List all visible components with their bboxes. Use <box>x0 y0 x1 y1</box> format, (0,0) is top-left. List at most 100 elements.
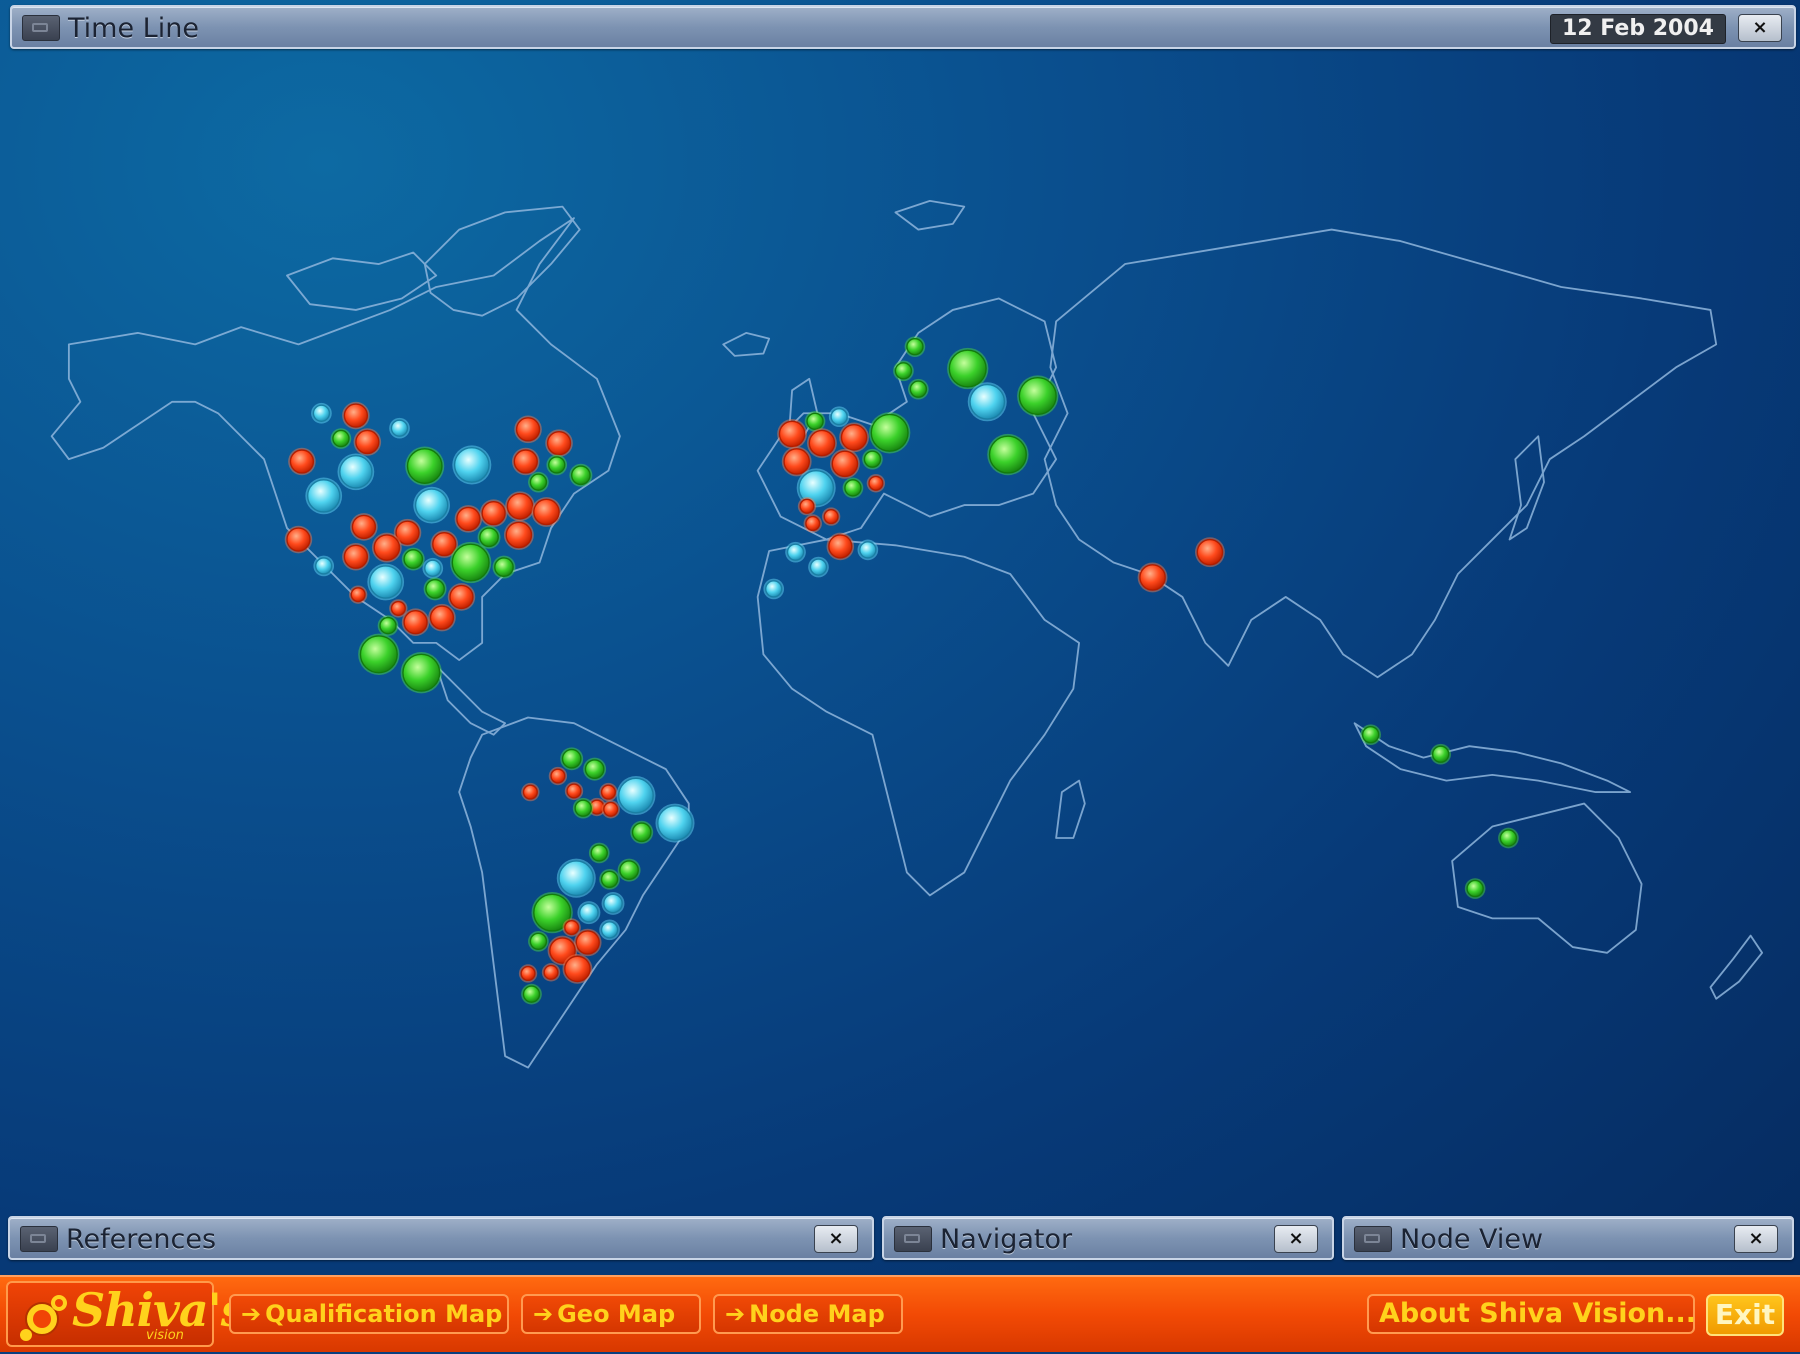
red-node-marker[interactable] <box>432 531 457 557</box>
red-node-marker[interactable] <box>373 534 401 561</box>
green-node-marker[interactable] <box>561 748 582 769</box>
node-map-button[interactable]: ➔ Node Map <box>713 1294 903 1334</box>
green-node-marker[interactable] <box>619 860 639 881</box>
red-node-marker[interactable] <box>808 429 836 457</box>
red-node-marker[interactable] <box>805 515 821 532</box>
red-node-marker[interactable] <box>506 492 534 520</box>
red-node-marker[interactable] <box>456 506 481 532</box>
cyan-node-marker[interactable] <box>765 580 783 598</box>
green-node-marker[interactable] <box>402 653 441 692</box>
green-node-marker[interactable] <box>590 844 608 862</box>
cyan-node-marker[interactable] <box>390 419 409 437</box>
red-node-marker[interactable] <box>550 768 566 784</box>
green-node-marker[interactable] <box>494 557 514 577</box>
green-node-marker[interactable] <box>1466 879 1484 898</box>
cyan-node-marker[interactable] <box>414 488 449 522</box>
green-node-marker[interactable] <box>359 635 398 674</box>
green-node-marker[interactable] <box>1361 725 1380 744</box>
green-node-marker[interactable] <box>806 412 824 431</box>
red-node-marker[interactable] <box>513 449 538 474</box>
green-node-marker[interactable] <box>451 543 490 582</box>
green-node-marker[interactable] <box>379 616 397 635</box>
green-node-marker[interactable] <box>529 473 548 491</box>
red-node-marker[interactable] <box>533 498 560 526</box>
green-node-marker[interactable] <box>631 822 652 843</box>
red-node-marker[interactable] <box>505 521 533 549</box>
red-node-marker[interactable] <box>449 584 474 610</box>
red-node-marker[interactable] <box>603 801 619 817</box>
red-node-marker[interactable] <box>286 527 311 552</box>
green-node-marker[interactable] <box>948 349 987 388</box>
red-node-marker[interactable] <box>840 424 868 451</box>
red-node-marker[interactable] <box>1196 538 1224 566</box>
green-node-marker[interactable] <box>870 413 909 452</box>
red-node-marker[interactable] <box>520 965 536 982</box>
red-node-marker[interactable] <box>868 475 884 491</box>
cyan-node-marker[interactable] <box>657 805 693 841</box>
about-button[interactable]: About Shiva Vision... <box>1367 1294 1696 1334</box>
cyan-node-marker[interactable] <box>809 558 828 576</box>
timeline-close-button[interactable]: × <box>1738 14 1782 42</box>
green-node-marker[interactable] <box>988 435 1027 474</box>
cyan-node-marker[interactable] <box>786 543 805 561</box>
geo-map-button[interactable]: ➔ Geo Map <box>521 1294 701 1334</box>
red-node-marker[interactable] <box>778 420 806 448</box>
red-node-marker[interactable] <box>546 430 572 456</box>
red-node-marker[interactable] <box>600 784 616 800</box>
red-node-marker[interactable] <box>343 544 369 569</box>
world-map[interactable] <box>0 0 1800 1350</box>
window-icon[interactable] <box>1354 1226 1392 1252</box>
cyan-node-marker[interactable] <box>368 565 403 599</box>
red-node-marker[interactable] <box>522 784 538 800</box>
red-node-marker[interactable] <box>1139 564 1166 591</box>
cyan-node-marker[interactable] <box>312 404 331 422</box>
red-node-marker[interactable] <box>828 534 853 559</box>
green-node-marker[interactable] <box>403 549 424 569</box>
green-node-marker[interactable] <box>584 759 605 780</box>
cyan-node-marker[interactable] <box>315 557 333 575</box>
green-node-marker[interactable] <box>570 465 591 486</box>
red-node-marker[interactable] <box>351 514 377 540</box>
navigator-close-button[interactable]: × <box>1274 1225 1318 1253</box>
red-node-marker[interactable] <box>823 509 839 525</box>
red-node-marker[interactable] <box>564 919 580 936</box>
green-node-marker[interactable] <box>1431 745 1450 763</box>
red-node-marker[interactable] <box>350 587 366 603</box>
red-node-marker[interactable] <box>543 964 559 980</box>
cyan-node-marker[interactable] <box>600 921 619 939</box>
cyan-node-marker[interactable] <box>424 559 442 577</box>
red-node-marker[interactable] <box>575 930 600 955</box>
green-node-marker[interactable] <box>332 429 350 448</box>
red-node-marker[interactable] <box>831 450 859 478</box>
red-node-marker[interactable] <box>566 783 582 799</box>
cyan-node-marker[interactable] <box>579 902 599 923</box>
cyan-node-marker[interactable] <box>969 383 1006 420</box>
red-node-marker[interactable] <box>289 449 315 474</box>
red-node-marker[interactable] <box>515 417 541 442</box>
cyan-node-marker[interactable] <box>859 541 877 559</box>
cyan-node-marker[interactable] <box>603 893 623 914</box>
qualification-map-button[interactable]: ➔ Qualification Map <box>229 1294 509 1334</box>
green-node-marker[interactable] <box>906 337 924 356</box>
red-node-marker[interactable] <box>355 429 380 455</box>
cyan-node-marker[interactable] <box>306 479 341 513</box>
red-node-marker[interactable] <box>403 610 428 635</box>
red-node-marker[interactable] <box>564 955 591 983</box>
window-icon[interactable] <box>20 1226 58 1252</box>
cyan-node-marker[interactable] <box>618 777 654 814</box>
green-node-marker[interactable] <box>909 380 928 398</box>
window-icon[interactable] <box>22 15 60 41</box>
red-node-marker[interactable] <box>783 448 811 475</box>
window-icon[interactable] <box>894 1226 932 1252</box>
green-node-marker[interactable] <box>548 456 566 474</box>
green-node-marker[interactable] <box>522 985 541 1003</box>
green-node-marker[interactable] <box>1018 376 1057 416</box>
node-view-close-button[interactable]: × <box>1734 1225 1778 1253</box>
red-node-marker[interactable] <box>481 500 506 526</box>
green-node-marker[interactable] <box>425 579 445 599</box>
green-node-marker[interactable] <box>844 479 862 497</box>
timeline-panel[interactable]: Time Line 12 Feb 2004 × <box>10 5 1796 49</box>
cyan-node-marker[interactable] <box>339 455 373 489</box>
green-node-marker[interactable] <box>600 870 619 889</box>
green-node-marker[interactable] <box>1499 829 1518 847</box>
